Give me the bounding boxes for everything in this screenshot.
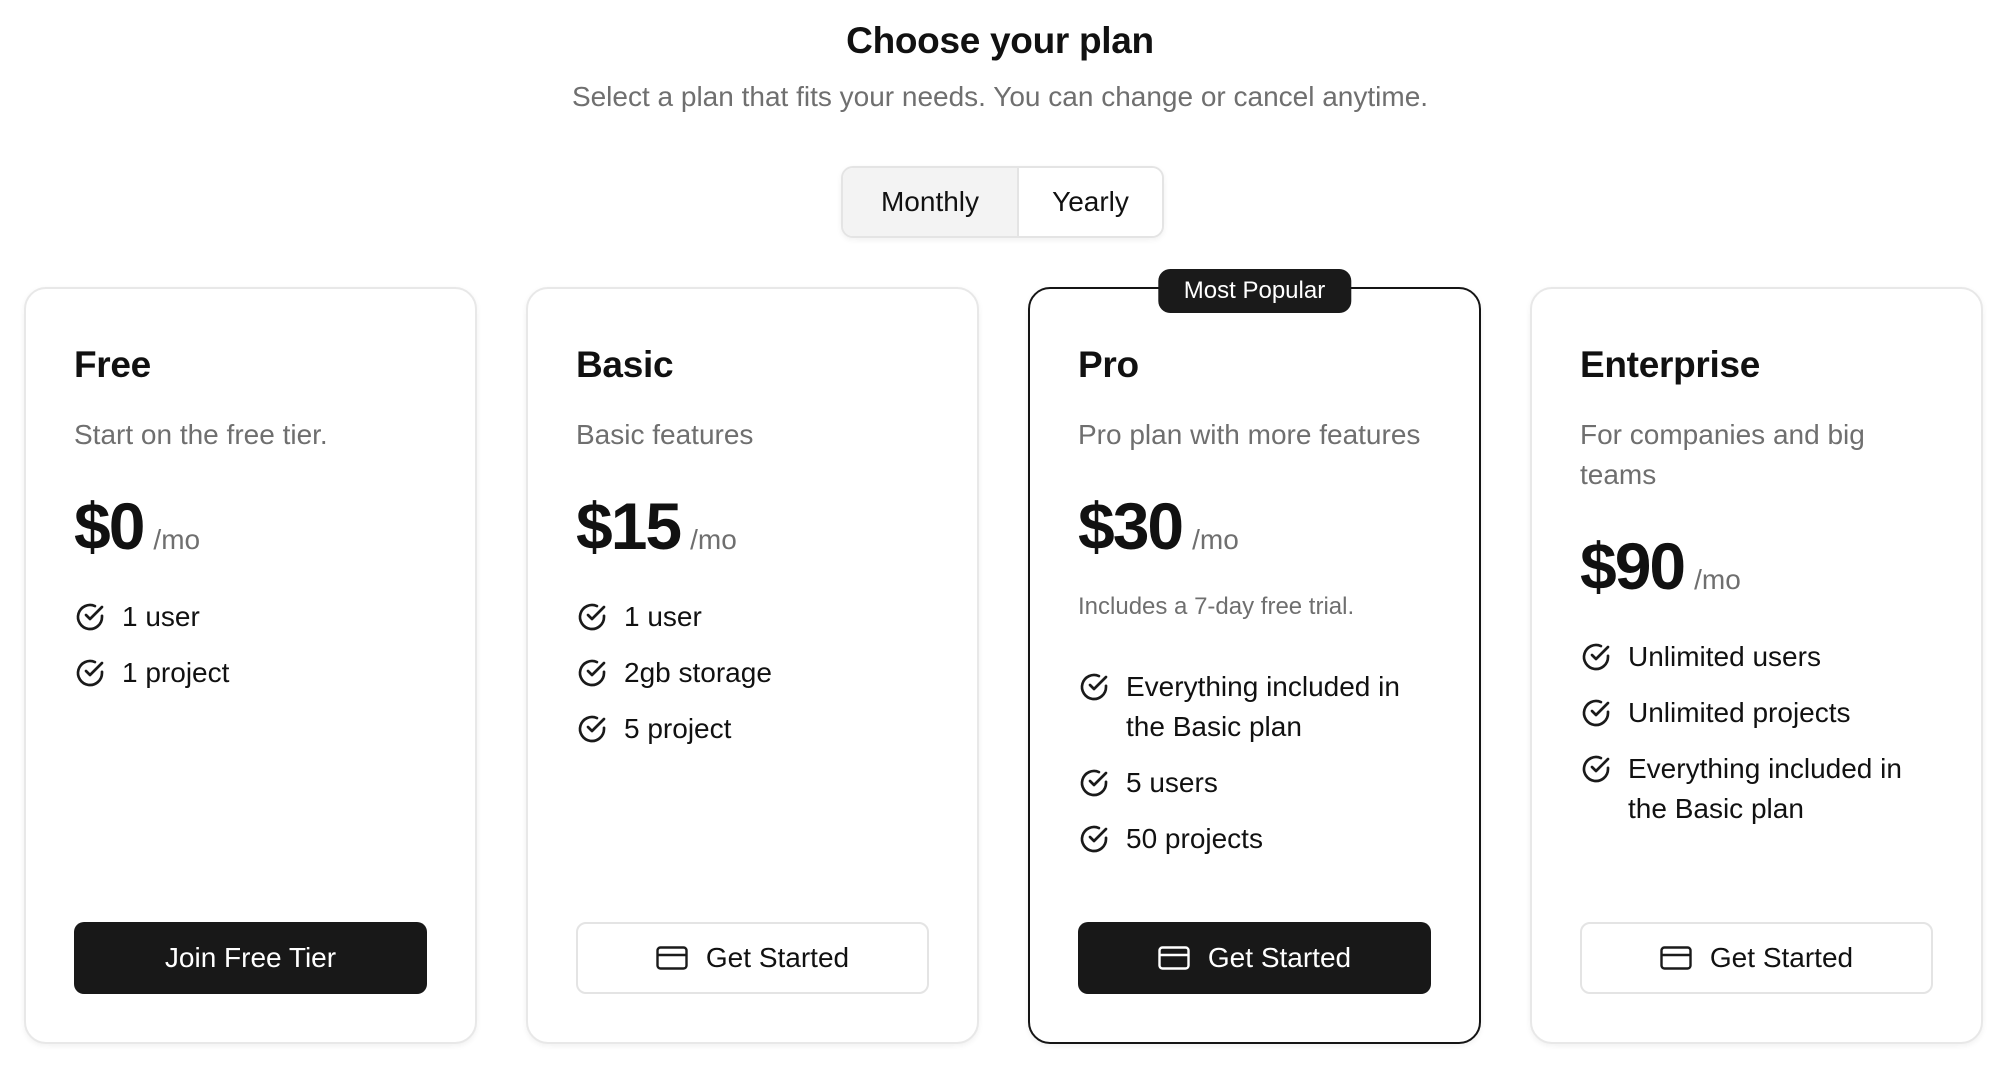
price-row: $15 /mo xyxy=(576,491,929,561)
plan-price: $30 xyxy=(1078,489,1184,563)
trial-note: Includes a 7-day free trial. xyxy=(1078,593,1355,620)
plan-name: Pro xyxy=(1078,344,1139,385)
plan-card-enterprise: Enterprise For companies and big teams $… xyxy=(1530,287,1983,1044)
feature-item: Unlimited users xyxy=(1580,637,1933,677)
check-circle-icon xyxy=(1582,699,1610,727)
feature-text: Unlimited projects xyxy=(1628,697,1851,728)
feature-text: Unlimited users xyxy=(1628,641,1821,672)
button-label: Get Started xyxy=(705,942,850,973)
toggle-yearly[interactable]: Yearly xyxy=(1019,168,1162,236)
page-subtitle: Select a plan that fits your needs. You … xyxy=(571,81,1429,112)
check-circle-icon xyxy=(76,659,104,687)
feature-item: Everything included in the Basic plan xyxy=(1580,749,1933,829)
check-circle-icon xyxy=(578,659,606,687)
price-period: /mo xyxy=(1192,524,1239,555)
price-row: $30 /mo xyxy=(1078,491,1431,561)
plan-description: Basic features xyxy=(576,419,754,450)
toggle-monthly[interactable]: Monthly xyxy=(843,168,1019,236)
plan-price: $15 xyxy=(576,489,682,563)
feature-item: 2gb storage xyxy=(576,653,929,693)
check-circle-icon xyxy=(1582,643,1610,671)
check-circle-icon xyxy=(76,603,104,631)
billing-period-toggle: Monthly Yearly xyxy=(841,166,1164,238)
plan-description: Pro plan with more features xyxy=(1078,419,1421,450)
credit-card-icon xyxy=(1158,946,1190,970)
plan-card-free: Free Start on the free tier. $0 /mo 1 us… xyxy=(24,287,477,1044)
price-row: $0 /mo xyxy=(74,491,427,561)
plan-card-pro: Most Popular Pro Pro plan with more feat… xyxy=(1028,269,1481,1044)
feature-text: 1 project xyxy=(122,657,230,688)
plan-name: Basic xyxy=(576,344,674,385)
feature-item: 5 users xyxy=(1078,763,1431,803)
feature-text: 5 users xyxy=(1126,767,1218,798)
feature-item: Unlimited projects xyxy=(1580,693,1933,733)
get-started-button[interactable]: Get Started xyxy=(1078,922,1431,994)
credit-card-icon xyxy=(656,946,688,970)
feature-item: Everything included in the Basic plan xyxy=(1078,667,1431,747)
most-popular-badge: Most Popular xyxy=(1157,269,1352,313)
plan-price: $0 xyxy=(74,489,145,563)
plan-price: $90 xyxy=(1580,529,1686,603)
feature-text: Everything included in the Basic plan xyxy=(1628,753,1902,824)
plan-name: Enterprise xyxy=(1580,344,1761,385)
feature-item: 50 projects xyxy=(1078,819,1431,859)
check-circle-icon xyxy=(1080,769,1108,797)
plan-name: Free xyxy=(74,344,151,385)
check-circle-icon xyxy=(578,715,606,743)
feature-list: 1 user 1 project xyxy=(74,597,427,693)
button-label: Join Free Tier xyxy=(164,942,337,973)
feature-item: 1 user xyxy=(74,597,427,637)
get-started-button[interactable]: Get Started xyxy=(1580,922,1933,994)
price-period: /mo xyxy=(690,524,737,555)
check-circle-icon xyxy=(578,603,606,631)
price-period: /mo xyxy=(153,524,201,555)
plan-description: For companies and big teams xyxy=(1580,419,1865,490)
feature-item: 1 project xyxy=(74,653,427,693)
feature-list: 1 user 2gb storage 5 project xyxy=(576,597,929,749)
get-started-button[interactable]: Get Started xyxy=(576,922,929,994)
price-row: $90 /mo xyxy=(1580,531,1933,601)
feature-item: 5 project xyxy=(576,709,929,749)
feature-list: Unlimited users Unlimited projects Every… xyxy=(1580,637,1933,829)
price-period: /mo xyxy=(1694,564,1741,595)
check-circle-icon xyxy=(1582,755,1610,783)
feature-text: 50 projects xyxy=(1126,823,1263,854)
feature-text: 1 user xyxy=(122,601,200,632)
button-label: Get Started xyxy=(1207,942,1352,973)
check-circle-icon xyxy=(1080,673,1108,701)
plan-card-basic: Basic Basic features $15 /mo 1 user 2gb … xyxy=(526,287,979,1044)
feature-text: Everything included in the Basic plan xyxy=(1126,671,1400,742)
feature-text: 1 user xyxy=(624,601,702,632)
plan-description: Start on the free tier. xyxy=(74,419,328,450)
feature-text: 2gb storage xyxy=(624,657,772,688)
page-title: Choose your plan xyxy=(846,20,1154,61)
join-free-tier-button[interactable]: Join Free Tier xyxy=(74,922,427,994)
feature-text: 5 project xyxy=(624,713,732,744)
feature-item: 1 user xyxy=(576,597,929,637)
feature-list: Everything included in the Basic plan 5 … xyxy=(1078,667,1431,859)
credit-card-icon xyxy=(1660,946,1692,970)
button-label: Get Started xyxy=(1709,942,1854,973)
check-circle-icon xyxy=(1080,825,1108,853)
